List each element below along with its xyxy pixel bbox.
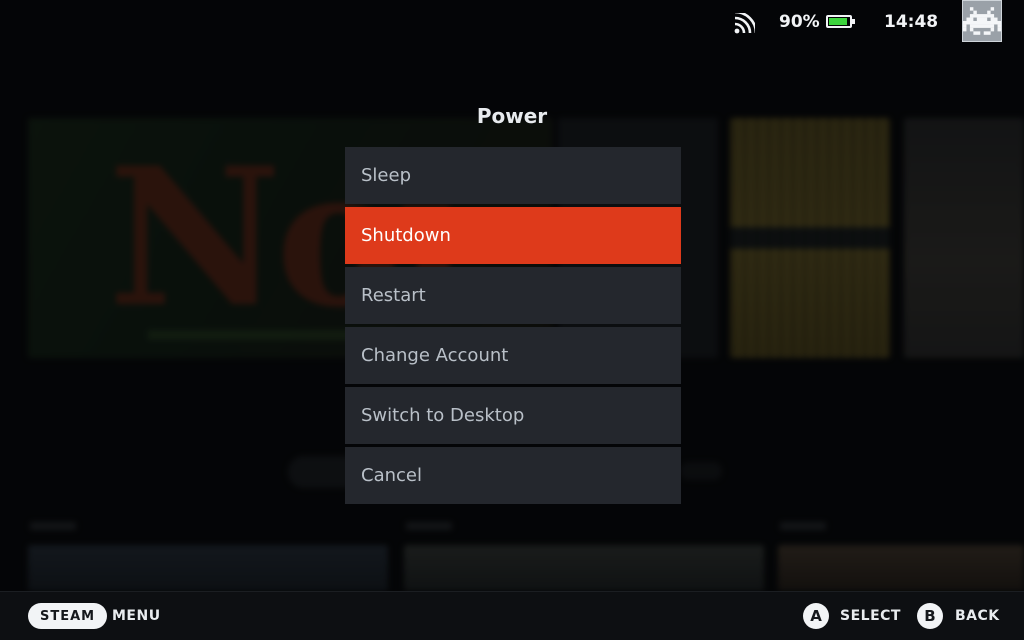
steam-button[interactable]: STEAM xyxy=(28,603,108,629)
user-avatar[interactable] xyxy=(962,0,1002,42)
status-bar: 90% 14:48 xyxy=(0,0,1024,48)
dialog-title: Power xyxy=(476,104,548,128)
wifi-icon xyxy=(733,10,758,35)
clock: 14:48 xyxy=(884,12,939,32)
restart-menu-item[interactable]: Restart xyxy=(345,267,681,324)
back-hint-label: BACK xyxy=(955,608,1000,624)
space-invader-avatar-icon xyxy=(963,7,1001,35)
a-button-icon[interactable]: A xyxy=(803,603,829,629)
battery-percent: 90% xyxy=(779,12,820,32)
power-menu: Sleep Shutdown Restart Change Account Sw… xyxy=(345,147,681,507)
battery-icon xyxy=(826,15,855,28)
battery-level-fill xyxy=(829,18,847,25)
shutdown-menu-item[interactable]: Shutdown xyxy=(345,207,681,264)
change-account-menu-item[interactable]: Change Account xyxy=(345,327,681,384)
sleep-menu-item[interactable]: Sleep xyxy=(345,147,681,204)
cancel-menu-item[interactable]: Cancel xyxy=(345,447,681,504)
select-hint-label: SELECT xyxy=(840,608,901,624)
switch-to-desktop-menu-item[interactable]: Switch to Desktop xyxy=(345,387,681,444)
menu-hint-label: MENU xyxy=(112,608,161,624)
b-button-icon[interactable]: B xyxy=(917,603,943,629)
